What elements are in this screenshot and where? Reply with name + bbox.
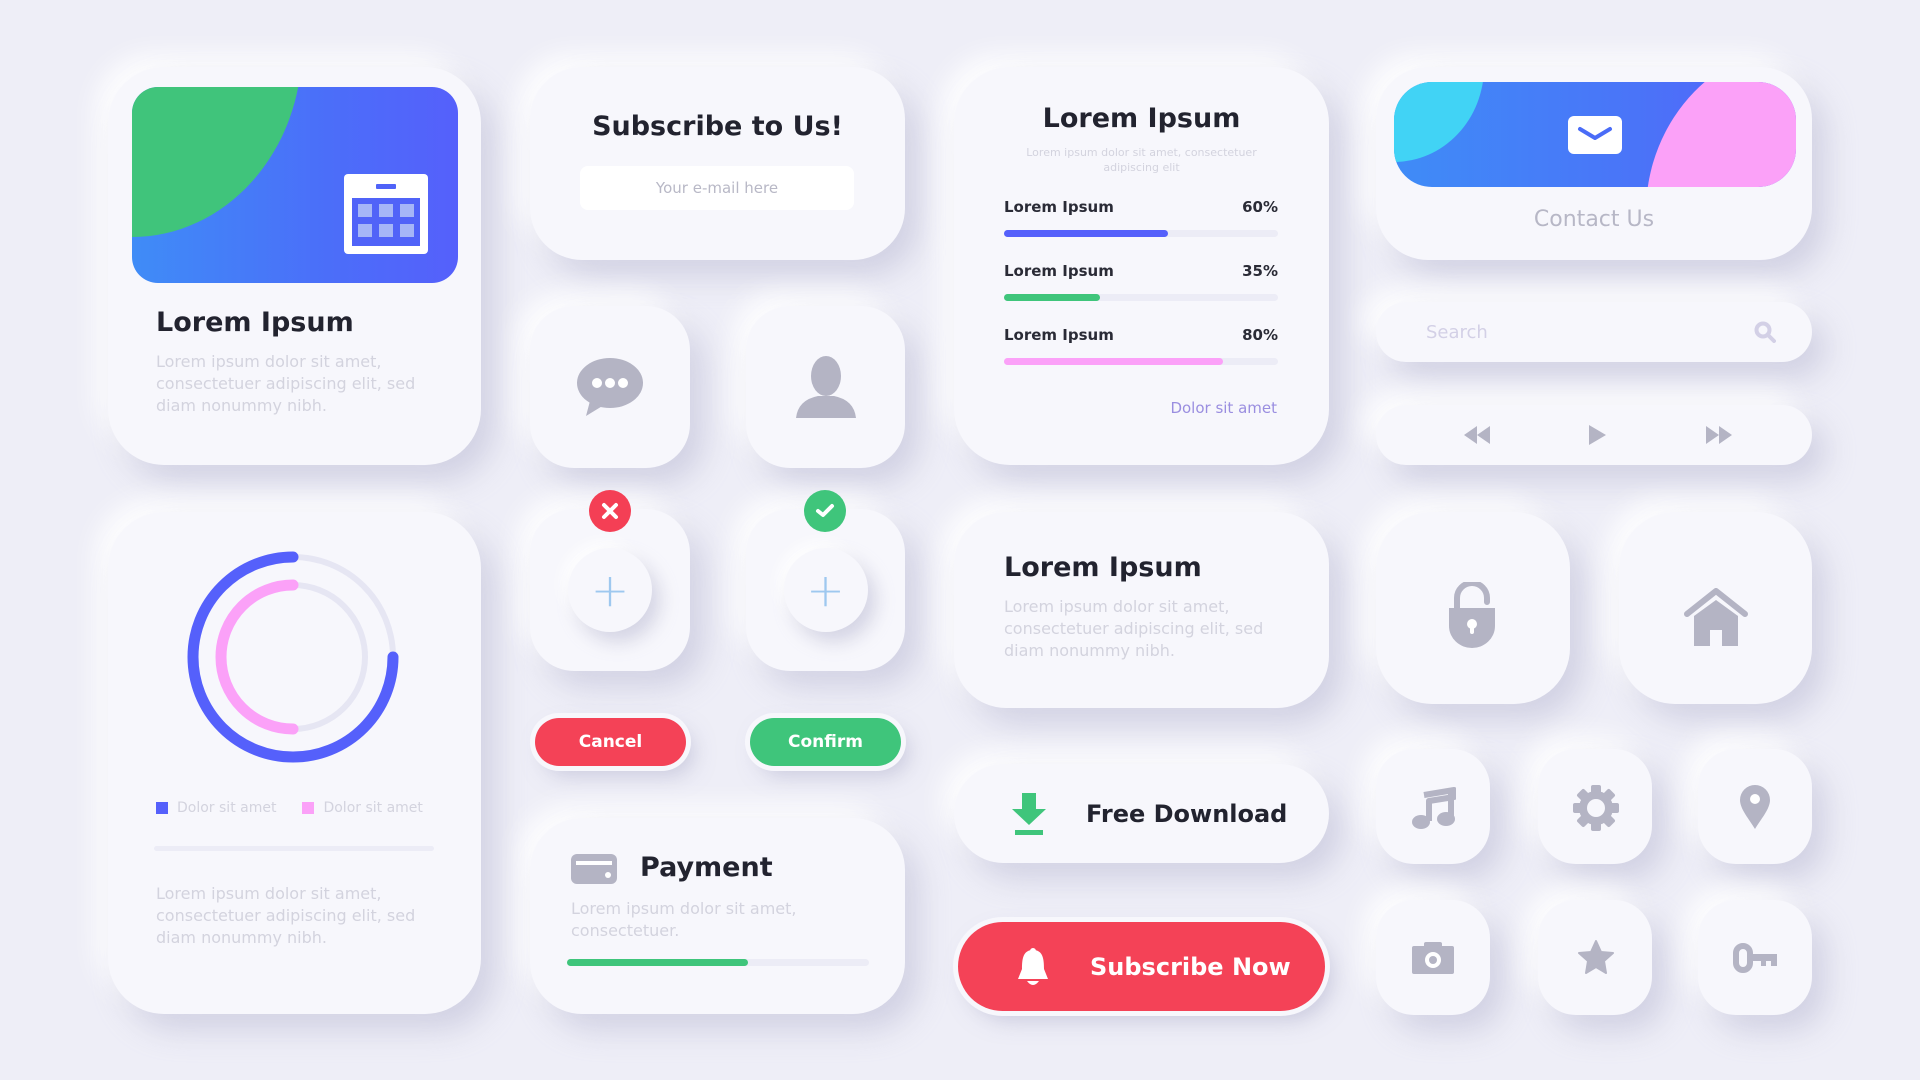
search-bar	[1376, 302, 1812, 362]
donut-chart-card: Dolor sit amet Dolor sit amet Lorem ipsu…	[108, 512, 481, 1014]
payment-progress-fill	[567, 959, 749, 966]
payment-card: Payment Lorem ipsum dolor sit amet, cons…	[530, 818, 905, 1014]
email-input[interactable]	[580, 166, 854, 210]
progress-bar	[1004, 230, 1278, 237]
subscribe-title: Subscribe to Us!	[592, 111, 843, 142]
plus-icon: +	[590, 563, 630, 617]
success-badge[interactable]	[804, 490, 846, 532]
rewind-icon[interactable]	[1462, 424, 1492, 446]
legend-swatch-pink	[302, 802, 315, 814]
add-item-tile[interactable]: +	[746, 509, 905, 671]
camera-button[interactable]	[1376, 900, 1490, 1015]
cancel-button[interactable]: Cancel	[535, 718, 686, 766]
progress-fill	[1004, 230, 1169, 237]
fast-forward-icon[interactable]	[1704, 424, 1734, 446]
lock-button[interactable]	[1376, 512, 1570, 704]
close-icon	[602, 503, 618, 519]
progress-value: 80%	[1242, 326, 1278, 344]
progress-fill	[1004, 294, 1100, 301]
camera-icon	[1412, 942, 1454, 974]
donut-description: Lorem ipsum dolor sit amet, consectetuer…	[156, 884, 416, 947]
search-input[interactable]	[1426, 302, 1756, 362]
feature-card: Lorem Ipsum Lorem ipsum dolor sit amet, …	[108, 67, 481, 465]
progress-subtitle: Lorem ipsum dolor sit amet, consectetuer…	[1026, 146, 1257, 174]
donut-chart	[187, 551, 399, 763]
progress-title: Lorem Ipsum	[1042, 103, 1241, 134]
payment-description: Lorem ipsum dolor sit amet, consectetuer…	[571, 899, 797, 940]
download-icon	[1012, 792, 1046, 835]
chat-bubble-icon	[577, 358, 643, 416]
free-download-button[interactable]: Free Download	[954, 764, 1329, 863]
key-icon	[1733, 943, 1777, 973]
contact-card[interactable]: Contact Us	[1376, 67, 1812, 260]
progress-label: Lorem Ipsum	[1004, 262, 1114, 280]
progress-fill	[1004, 358, 1224, 365]
subscribe-now-button[interactable]: Subscribe Now	[958, 922, 1325, 1011]
calendar-icon	[344, 174, 428, 254]
progress-value: 35%	[1242, 262, 1278, 280]
banner-decoration	[1394, 82, 1484, 162]
banner-decoration	[132, 87, 302, 237]
favorite-button[interactable]	[1538, 900, 1652, 1015]
legend-swatch-blue	[156, 802, 168, 814]
add-item-tile[interactable]: +	[530, 509, 690, 671]
legend-item: Dolor sit amet	[302, 800, 423, 816]
contact-us-label: Contact Us	[1533, 207, 1655, 232]
confirm-button[interactable]: Confirm	[750, 718, 901, 766]
location-button[interactable]	[1698, 749, 1812, 864]
error-badge[interactable]	[589, 490, 631, 532]
banner-decoration	[1646, 82, 1796, 187]
info-title: Lorem Ipsum	[1004, 552, 1202, 583]
divider	[154, 846, 434, 851]
progress-label: Lorem Ipsum	[1004, 198, 1114, 216]
play-icon[interactable]	[1586, 424, 1608, 446]
legend-item: Dolor sit amet	[156, 800, 276, 816]
media-controls	[1376, 405, 1812, 465]
payment-title: Payment	[640, 852, 773, 883]
legend-label: Dolor sit amet	[177, 800, 277, 816]
chat-button[interactable]	[530, 306, 690, 468]
location-pin-icon	[1740, 785, 1770, 829]
home-button[interactable]	[1619, 512, 1812, 704]
info-card: Lorem Ipsum Lorem ipsum dolor sit amet, …	[954, 512, 1329, 708]
free-download-label: Free Download	[1086, 799, 1288, 828]
subscribe-now-label: Subscribe Now	[1090, 952, 1291, 981]
bell-icon	[1018, 947, 1048, 985]
lock-icon	[1449, 582, 1495, 648]
progress-bar	[1004, 358, 1278, 365]
progress-bar	[1004, 294, 1278, 301]
key-button[interactable]	[1698, 900, 1812, 1015]
mail-icon	[1568, 115, 1622, 154]
plus-icon: +	[806, 563, 845, 617]
chart-legend: Dolor sit amet Dolor sit amet	[156, 800, 423, 816]
details-link[interactable]: Dolor sit amet	[1170, 399, 1277, 417]
music-button[interactable]	[1376, 749, 1490, 864]
gear-icon	[1573, 785, 1619, 831]
progress-label: Lorem Ipsum	[1004, 326, 1114, 344]
star-icon	[1578, 940, 1614, 974]
legend-label: Dolor sit amet	[323, 800, 423, 816]
subscribe-card: Subscribe to Us!	[530, 67, 905, 260]
music-note-icon	[1412, 787, 1456, 829]
feature-banner	[132, 87, 458, 283]
settings-button[interactable]	[1538, 749, 1652, 864]
info-description: Lorem ipsum dolor sit amet, consectetuer…	[1004, 597, 1264, 660]
progress-value: 60%	[1242, 198, 1278, 216]
payment-progress-bar	[567, 959, 869, 966]
add-button[interactable]: +	[783, 548, 868, 632]
contact-banner	[1394, 82, 1796, 187]
search-icon[interactable]	[1754, 321, 1776, 343]
progress-card: Lorem Ipsum Lorem ipsum dolor sit amet, …	[954, 67, 1329, 465]
add-button[interactable]: +	[568, 548, 652, 632]
user-icon	[795, 356, 856, 418]
feature-title: Lorem Ipsum	[156, 307, 354, 338]
check-icon	[816, 504, 834, 517]
feature-description: Lorem ipsum dolor sit amet, consectetuer…	[156, 352, 416, 415]
inner-ring-arc	[215, 579, 299, 735]
credit-card-icon	[571, 854, 617, 884]
home-icon	[1684, 588, 1748, 646]
user-profile-button[interactable]	[746, 306, 905, 468]
